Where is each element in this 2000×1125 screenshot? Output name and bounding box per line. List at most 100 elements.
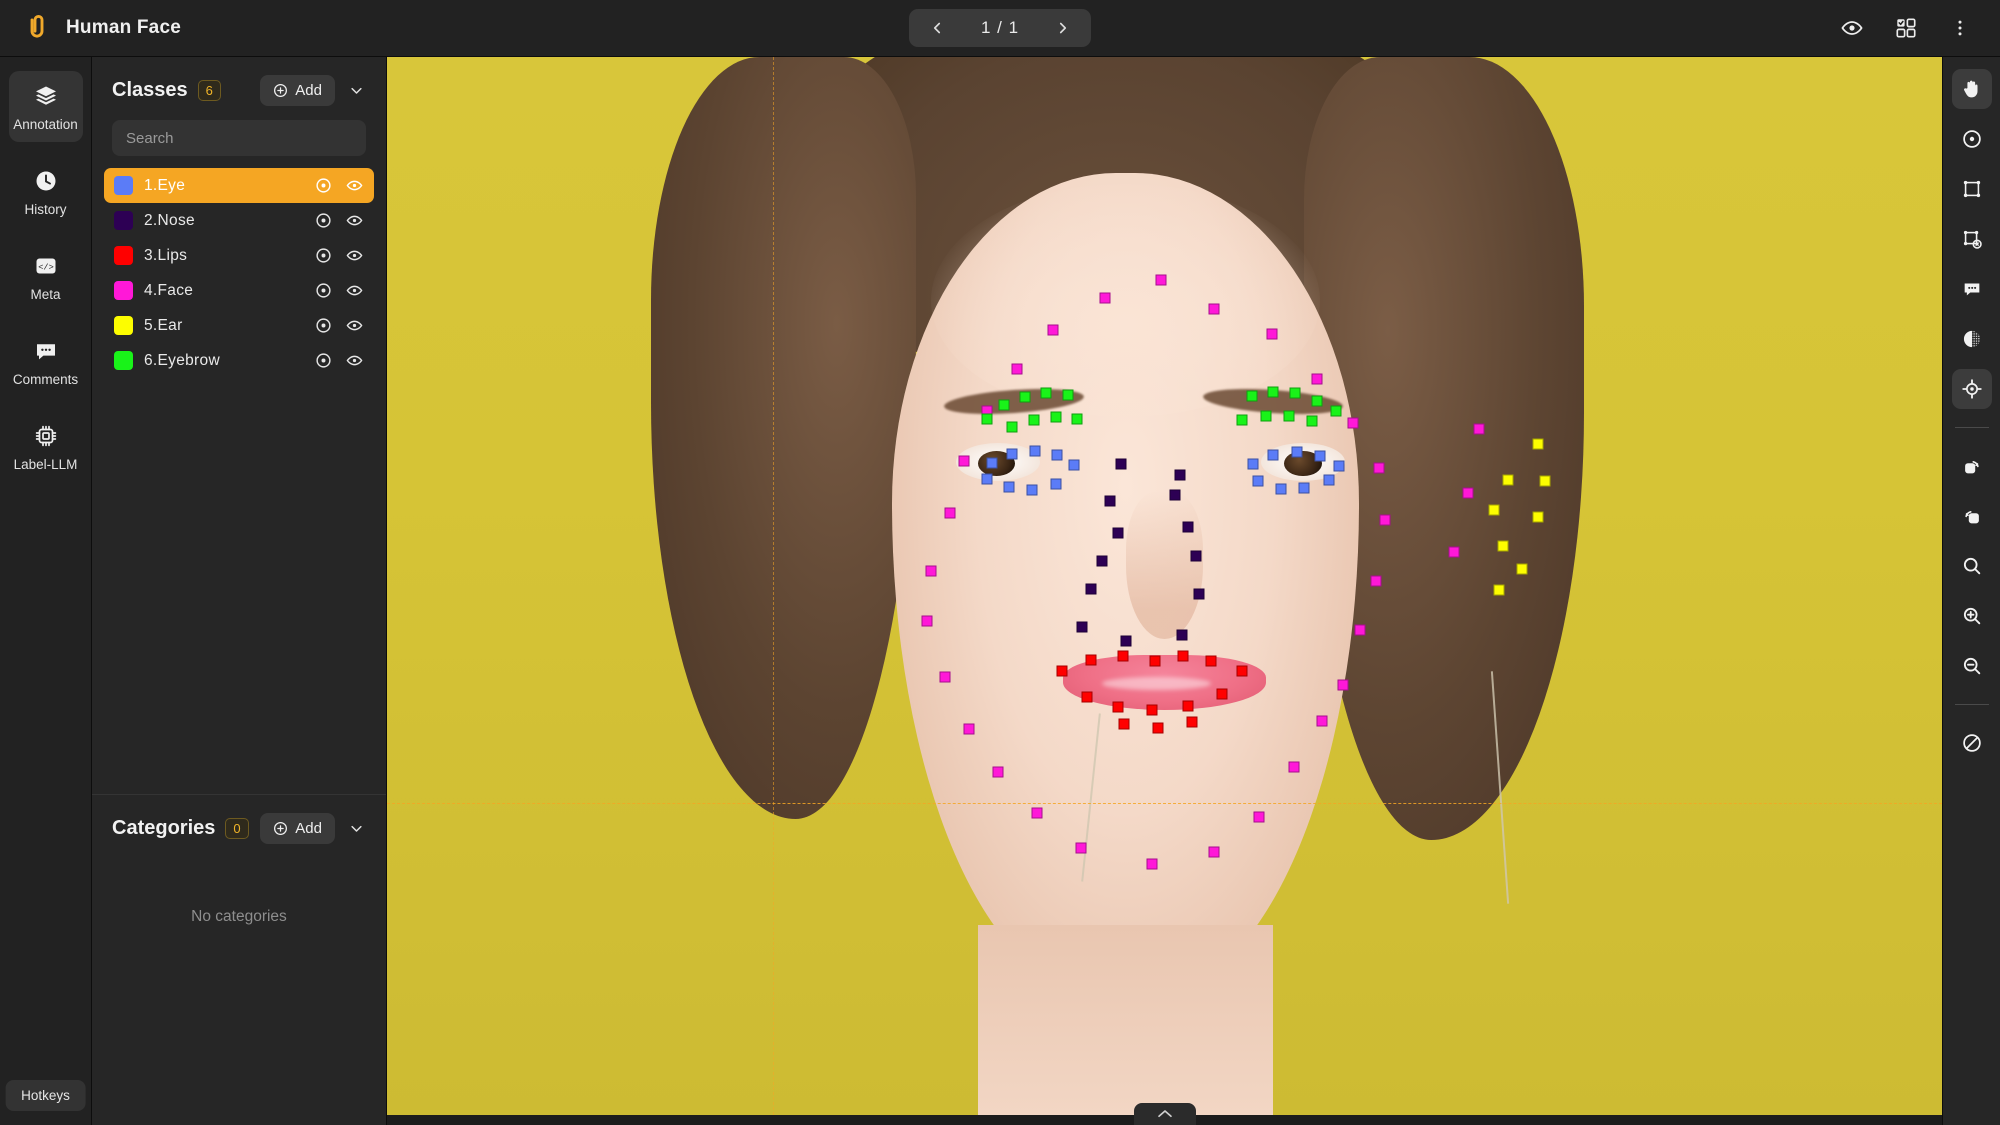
keypoint-eyebrow[interactable] (1236, 414, 1248, 426)
classes-collapse-chevron-down-icon[interactable] (345, 79, 368, 102)
keypoint-nose[interactable] (1076, 621, 1088, 633)
keypoint-lips[interactable] (1117, 650, 1128, 662)
keypoint-face[interactable] (958, 455, 970, 467)
target-icon[interactable] (313, 281, 333, 301)
keypoint-eye[interactable] (1247, 458, 1259, 470)
keypoint-face[interactable] (1473, 423, 1485, 435)
mask-tool[interactable] (1952, 319, 1992, 359)
keypoint-eye[interactable] (1068, 459, 1080, 471)
keypoint-face[interactable] (921, 615, 933, 627)
redo-tool[interactable] (1952, 446, 1992, 486)
class-row-ear[interactable]: 5.Ear (104, 308, 374, 343)
keypoint-lips[interactable] (1186, 716, 1198, 728)
point-tool[interactable] (1952, 119, 1992, 159)
pan-tool[interactable] (1951, 69, 1992, 109)
comment-tool[interactable] (1952, 269, 1992, 309)
keypoint-ear[interactable] (1502, 474, 1514, 486)
keypoint-face[interactable] (1288, 761, 1300, 773)
keypoint-face[interactable] (1373, 462, 1385, 473)
keypoint-lips[interactable] (1149, 655, 1161, 667)
keypoint-lips[interactable] (1216, 688, 1228, 700)
categories-collapse-chevron-down-icon[interactable] (345, 817, 368, 840)
keypoint-lips[interactable] (1118, 718, 1130, 730)
keypoint-lips[interactable] (1182, 700, 1194, 712)
keypoint-eyebrow[interactable] (1050, 411, 1062, 423)
keypoint-nose[interactable] (1169, 489, 1181, 501)
keypoint-face[interactable] (1208, 303, 1220, 315)
fit-tool[interactable] (1952, 546, 1992, 586)
class-row-eye[interactable]: 1.Eye (104, 168, 374, 203)
keypoint-eyebrow[interactable] (1071, 413, 1083, 425)
keypoint-eye[interactable] (1298, 482, 1310, 494)
search-input[interactable] (112, 120, 366, 156)
keypoint-ear[interactable] (1532, 438, 1544, 450)
canvas-area[interactable] (387, 57, 1942, 1125)
keypoint-eye[interactable] (986, 457, 998, 469)
keypoint-eyebrow[interactable] (1028, 414, 1040, 426)
eye-icon[interactable] (344, 316, 364, 336)
keypoint-nose[interactable] (1112, 527, 1124, 539)
sidebar-item-history[interactable]: History (9, 156, 83, 227)
keypoint-face[interactable] (1266, 328, 1278, 340)
keypoint-face[interactable] (1311, 373, 1323, 385)
keypoint-face[interactable] (1031, 807, 1043, 819)
zoom-in-tool[interactable] (1952, 596, 1992, 636)
keypoint-face[interactable] (1337, 679, 1349, 691)
keypoint-face[interactable] (1347, 417, 1359, 429)
keypoint-nose[interactable] (1174, 469, 1186, 481)
keypoint-face[interactable] (963, 723, 975, 735)
keypoint-eye[interactable] (1314, 450, 1326, 462)
target-icon[interactable] (313, 351, 333, 371)
keypoint-face[interactable] (1253, 811, 1265, 823)
keypoint-face[interactable] (1047, 324, 1059, 336)
keypoint-eye[interactable] (1050, 478, 1062, 490)
keypoint-face[interactable] (992, 766, 1004, 778)
prev-page-button[interactable] (915, 12, 959, 44)
keypoint-eyebrow[interactable] (1019, 391, 1031, 403)
keypoint-ear[interactable] (1516, 563, 1528, 575)
zoom-out-tool[interactable] (1952, 646, 1992, 686)
class-row-face[interactable]: 4.Face (104, 273, 374, 308)
undo-tool[interactable] (1952, 496, 1992, 536)
canvas-collapse-handle[interactable] (1133, 1103, 1196, 1125)
add-category-button[interactable]: Add (260, 813, 335, 844)
grid-check-icon[interactable] (1892, 14, 1920, 42)
keypoint-ear[interactable] (1488, 504, 1500, 516)
keypoint-eye[interactable] (1252, 475, 1264, 487)
keypoint-nose[interactable] (1104, 495, 1116, 507)
keypoint-face[interactable] (944, 507, 956, 519)
keypoint-face[interactable] (1316, 715, 1328, 727)
keypoint-lips[interactable] (1205, 655, 1217, 667)
keypoint-ear[interactable] (1497, 540, 1509, 552)
keypoint-eye[interactable] (1323, 474, 1335, 486)
keypoint-eyebrow[interactable] (981, 413, 993, 425)
class-row-nose[interactable]: 2.Nose (104, 203, 374, 238)
keypoint-face[interactable] (1155, 274, 1167, 286)
next-page-button[interactable] (1041, 12, 1085, 44)
keypoint-eye[interactable] (1006, 448, 1018, 460)
keypoint-nose[interactable] (1096, 555, 1108, 567)
eye-icon[interactable] (344, 176, 364, 196)
keypoint-lips[interactable] (1081, 691, 1093, 703)
keypoint-face[interactable] (1208, 846, 1220, 858)
keypoint-eye[interactable] (981, 473, 993, 485)
keypoint-eyebrow[interactable] (1306, 415, 1318, 427)
keypoint-face[interactable] (939, 671, 951, 683)
keypoint-face[interactable] (925, 565, 937, 577)
keypoint-eyebrow[interactable] (1311, 395, 1323, 407)
keypoint-face[interactable] (1462, 487, 1474, 499)
target-icon[interactable] (313, 176, 333, 196)
keypoint-eyebrow[interactable] (1246, 390, 1258, 402)
keypoint-nose[interactable] (1176, 629, 1188, 641)
keypoint-eye[interactable] (1267, 449, 1279, 461)
keypoint-eyebrow[interactable] (1330, 405, 1342, 417)
keypoint-face[interactable] (1354, 624, 1366, 636)
sidebar-item-label-llm[interactable]: Label-LLM (9, 411, 83, 482)
clear-tool[interactable] (1952, 723, 1992, 763)
keypoint-nose[interactable] (1182, 521, 1194, 533)
keypoint-nose[interactable] (1120, 635, 1132, 647)
sidebar-item-annotation[interactable]: Annotation (8, 71, 83, 142)
keypoint-face[interactable] (1146, 858, 1158, 870)
keypoint-eye[interactable] (1003, 481, 1015, 493)
keypoint-ear[interactable] (1532, 511, 1544, 523)
